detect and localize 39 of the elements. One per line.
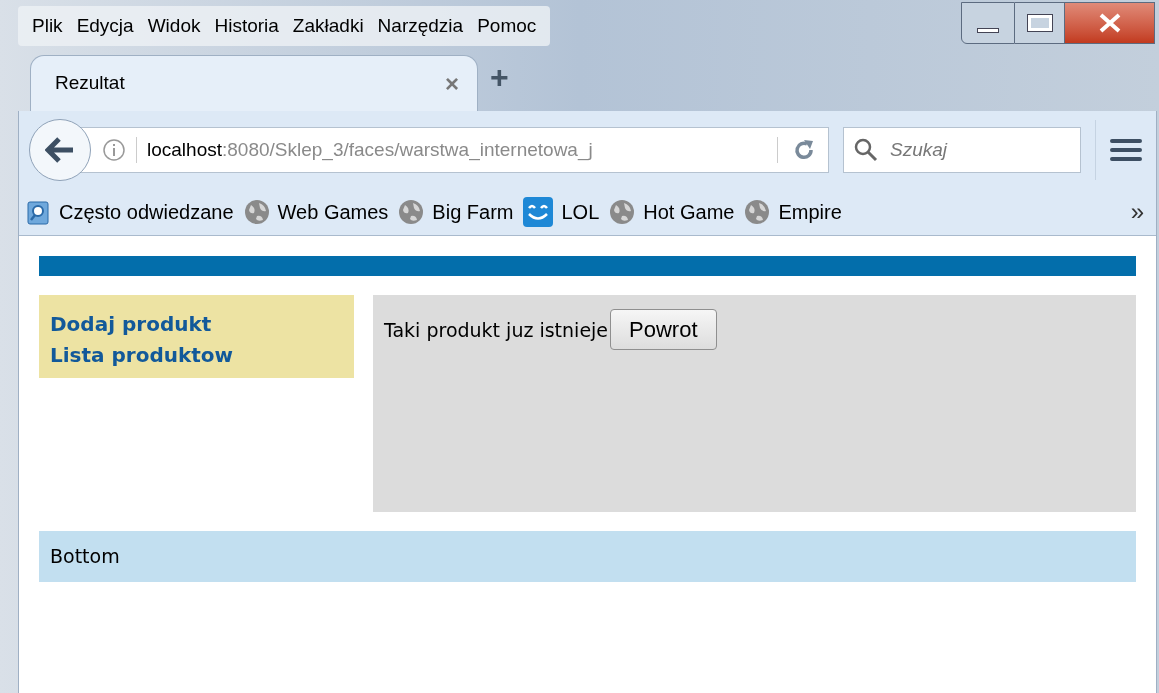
sidebar-link[interactable]: Dodaj produkt bbox=[50, 309, 212, 340]
info-icon[interactable] bbox=[102, 138, 126, 162]
footer-text: Bottom bbox=[50, 544, 120, 570]
search-field[interactable]: Szukaj bbox=[843, 127, 1081, 173]
folder-icon bbox=[27, 199, 51, 225]
menu-item[interactable]: Plik bbox=[26, 11, 69, 41]
menu-item[interactable]: Narzędzia bbox=[371, 11, 470, 41]
back-arrow-icon bbox=[45, 137, 75, 163]
maximize-button[interactable] bbox=[1015, 2, 1065, 44]
menu-item[interactable]: Edycja bbox=[70, 11, 140, 41]
back-button[interactable]: Powrot bbox=[610, 309, 717, 350]
new-tab-button[interactable]: + bbox=[490, 53, 509, 101]
menu-item[interactable]: Pomoc bbox=[471, 11, 543, 41]
bookmark-item[interactable]: Web Games bbox=[243, 197, 389, 227]
minimize-button[interactable] bbox=[961, 2, 1015, 44]
close-icon bbox=[1097, 13, 1122, 33]
bookmark-item[interactable]: Często odwiedzane bbox=[27, 197, 234, 227]
close-window-button[interactable] bbox=[1065, 2, 1155, 44]
globe-icon bbox=[398, 199, 425, 225]
search-icon bbox=[853, 137, 879, 163]
browser-tab[interactable]: Rezultat × bbox=[30, 55, 478, 111]
url-text: localhost:8080/Sklep_3/faces/warstwa_internetowa_j bbox=[147, 137, 593, 163]
reload-icon[interactable] bbox=[792, 138, 816, 162]
menu-icon[interactable] bbox=[1110, 138, 1142, 162]
globe-icon bbox=[609, 199, 636, 225]
bookmark-item[interactable]: Hot Game bbox=[609, 197, 735, 227]
message-text: Taki produkt juz istnieje bbox=[384, 318, 609, 343]
close-tab-icon[interactable]: × bbox=[445, 65, 459, 102]
globe-icon bbox=[243, 199, 270, 225]
bookmark-item[interactable]: LOL bbox=[523, 197, 600, 227]
menu-item[interactable]: Widok bbox=[141, 11, 207, 41]
smiley-icon bbox=[523, 197, 554, 227]
menu-item[interactable]: Historia bbox=[208, 11, 285, 41]
bookmarks-overflow-button[interactable]: » bbox=[1130, 194, 1144, 230]
bookmark-item[interactable]: Big Farm bbox=[398, 197, 514, 227]
bookmark-item[interactable]: Empire bbox=[744, 197, 842, 227]
globe-icon bbox=[744, 199, 771, 225]
sidebar-link[interactable]: Lista produktow bbox=[50, 340, 234, 371]
menu-item[interactable]: Zakładki bbox=[286, 11, 370, 41]
